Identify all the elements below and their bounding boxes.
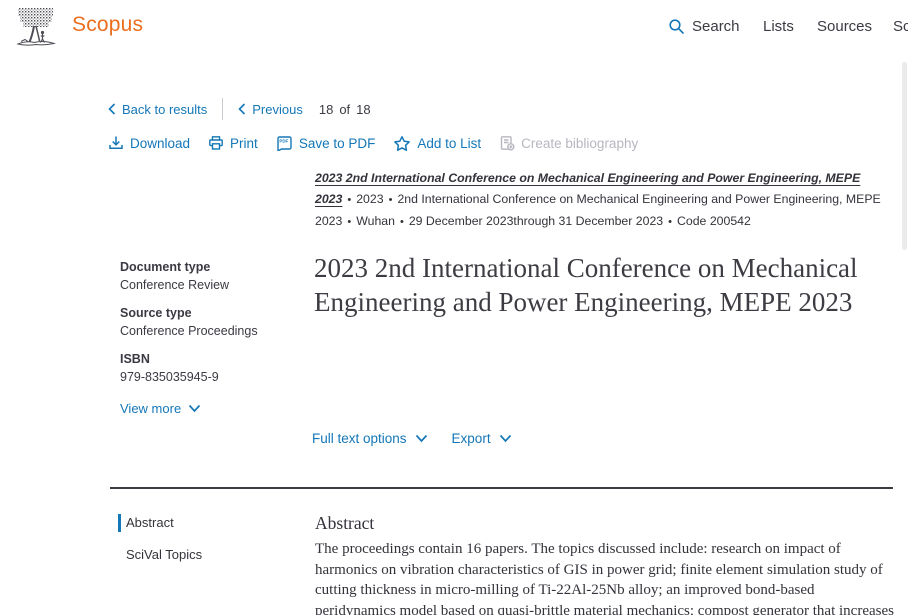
citation-code: Code 200542 — [677, 214, 751, 228]
meta-label-document-type: Document type — [120, 259, 305, 275]
scopus-document-page: Scopus Search Lists Sources Sc Back to r… — [0, 0, 908, 615]
chevron-left-icon — [108, 103, 116, 115]
metadata-panel: Document type Conference Review Source t… — [120, 259, 305, 416]
citation-location: Wuhan — [356, 214, 395, 228]
bullet-separator: • — [400, 216, 404, 228]
abstract-text: The proceedings contain 16 papers. The t… — [315, 539, 898, 615]
bibliography-icon — [499, 135, 515, 151]
download-button[interactable]: Download — [108, 135, 190, 151]
meta-value-source-type: Conference Proceedings — [120, 323, 305, 339]
search-icon — [668, 18, 685, 35]
bullet-separator: • — [668, 216, 672, 228]
svg-text:PDF: PDF — [279, 138, 288, 143]
previous-link[interactable]: Previous — [238, 102, 303, 117]
vertical-divider — [222, 98, 223, 120]
full-text-options-dropdown[interactable]: Full text options — [312, 431, 428, 446]
results-navigation: Back to results Previous 18 of 18 — [108, 98, 371, 120]
citation-line: 2023 2nd International Conference on Mec… — [315, 168, 890, 233]
abstract-heading: Abstract — [315, 513, 374, 534]
nav-label-lists: Lists — [763, 18, 794, 35]
meta-label-isbn: ISBN — [120, 351, 305, 367]
bullet-separator: • — [389, 194, 393, 206]
section-nav-item-abstract[interactable]: Abstract — [118, 514, 202, 532]
star-icon — [393, 135, 411, 152]
section-nav: Abstract SciVal Topics — [118, 514, 202, 578]
meta-value-isbn: 979-835035945-9 — [120, 369, 305, 385]
nav-label-sources: Sources — [817, 18, 872, 35]
document-toolbar: Download Print PDF Save to PDF Add to Li… — [108, 132, 638, 154]
nav-item-lists[interactable]: Lists — [763, 18, 794, 35]
section-divider — [110, 487, 893, 489]
result-position: 18 of 18 — [319, 102, 371, 117]
nav-item-scival[interactable]: Sc — [893, 18, 908, 35]
nav-item-search[interactable]: Search — [668, 18, 740, 35]
bullet-separator: • — [347, 216, 351, 228]
save-to-pdf-button[interactable]: PDF Save to PDF — [276, 135, 376, 151]
nav-label-search: Search — [692, 18, 740, 35]
chevron-down-icon — [499, 434, 512, 443]
elsevier-tree-logo[interactable] — [13, 5, 59, 50]
export-dropdown[interactable]: Export — [452, 431, 512, 446]
document-actions: Full text options Export — [312, 431, 512, 446]
meta-label-source-type: Source type — [120, 305, 305, 321]
download-icon — [108, 135, 124, 151]
pdf-document-icon: PDF — [276, 135, 293, 151]
scopus-wordmark[interactable]: Scopus — [72, 13, 143, 37]
nav-item-sources[interactable]: Sources — [817, 18, 872, 35]
citation-dates: 29 December 2023through 31 December 2023 — [409, 214, 663, 228]
vertical-scrollbar[interactable] — [902, 62, 907, 250]
citation-year: 2023 — [356, 192, 383, 206]
chevron-down-icon — [188, 404, 201, 413]
meta-value-document-type: Conference Review — [120, 277, 305, 293]
document-title: 2023 2nd International Conference on Mec… — [314, 251, 902, 319]
back-to-results-link[interactable]: Back to results — [108, 102, 207, 117]
printer-icon — [208, 135, 224, 151]
view-more-link[interactable]: View more — [120, 401, 201, 416]
nav-label-scival: Sc — [893, 18, 908, 35]
section-nav-item-scival-topics[interactable]: SciVal Topics — [118, 546, 202, 564]
bullet-separator: • — [347, 194, 351, 206]
chevron-down-icon — [415, 434, 428, 443]
add-to-list-button[interactable]: Add to List — [393, 135, 481, 152]
print-button[interactable]: Print — [208, 135, 258, 151]
chevron-left-icon — [238, 103, 246, 115]
create-bibliography-button[interactable]: Create bibliography — [499, 135, 638, 151]
